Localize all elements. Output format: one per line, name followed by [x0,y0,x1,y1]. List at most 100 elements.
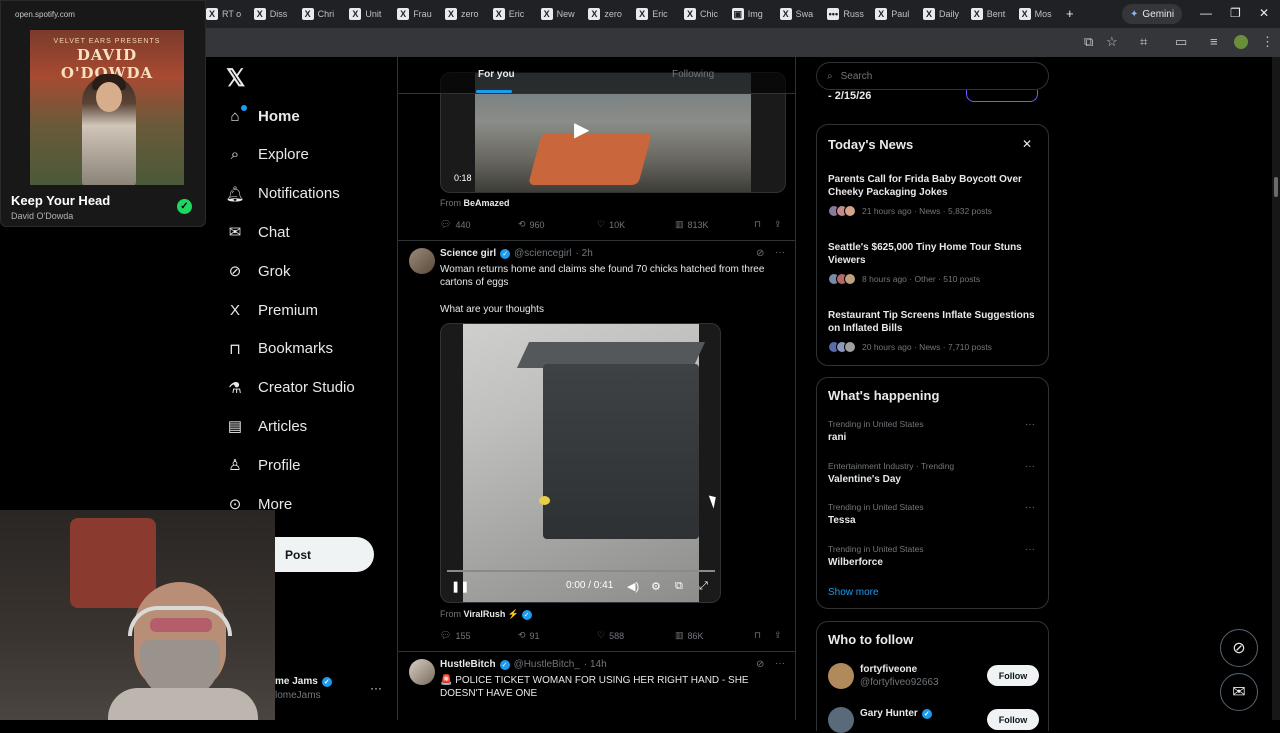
like-button[interactable]: ♡ 10K [597,219,625,230]
repost-button[interactable]: ⟲ 91 [518,630,540,641]
repost-button[interactable]: ⟲ 960 [518,219,545,230]
nav-item-home[interactable]: ⌂ Home [226,101,300,131]
suggested-user-name[interactable]: Gary Hunter ✓ [860,708,932,719]
browser-tab[interactable]: X Chri [301,5,334,23]
bookmark-icon[interactable]: ⊓ [754,219,761,230]
trend-name[interactable]: Wilberforce [828,557,883,568]
grok-icon[interactable]: ⊘ [756,248,764,259]
saved-check-icon[interactable]: ✓ [177,199,192,214]
account-name[interactable]: me Jams ✓ [275,676,332,687]
trend-name[interactable]: Valentine's Day [828,474,901,485]
tweet-time[interactable]: · 2h [576,248,593,259]
gemini-button[interactable]: ✦ Gemini [1122,4,1183,24]
close-icon[interactable]: ✕ [1022,137,1032,151]
nav-item-articles[interactable]: ▤ Articles [226,411,307,441]
source-link[interactable]: ViralRush ⚡ [464,609,520,619]
tab-following[interactable]: Following [672,69,714,80]
avatar[interactable] [828,707,854,733]
browser-tab[interactable]: ▣ Img [731,5,763,23]
pause-icon[interactable]: ❚❚ [451,580,469,593]
views-button[interactable]: ▥ 86K [675,630,704,641]
fullscreen-icon[interactable]: ⤢ [699,580,708,593]
browser-tab[interactable]: X Eric [492,5,524,23]
reading-list-icon[interactable]: ≡ [1210,34,1218,49]
avatar[interactable] [409,248,435,274]
play-icon[interactable]: ▶ [574,117,589,142]
browser-tab[interactable]: X Eric [636,5,668,23]
browser-tab[interactable]: ••• Russ [827,5,864,23]
restore-icon[interactable]: ❐ [1230,6,1241,20]
news-item-title[interactable]: Seattle's $625,000 Tiny Home Tour Stuns … [828,241,1040,267]
like-button[interactable]: ♡ 588 [597,630,624,641]
browser-tab[interactable]: X Swa [779,5,813,23]
search-input[interactable]: ⌕ Search [816,62,1049,90]
author-handle[interactable]: @sciencegirl [514,248,571,259]
trend-more-icon[interactable]: ··· [1025,419,1035,430]
news-item-title[interactable]: Parents Call for Frida Baby Boycott Over… [828,173,1040,199]
reply-button[interactable]: 💬︎ 440 [440,219,470,230]
browser-tab[interactable]: X Bent [970,5,1005,23]
more-icon[interactable]: ··· [775,247,785,258]
nav-item-profile[interactable]: ♙ Profile [226,450,300,480]
browser-tab[interactable]: X Diss [253,5,287,23]
reply-button[interactable]: 💬︎ 155 [440,630,470,641]
grok-icon[interactable]: ⊘ [756,659,764,670]
nav-item-grok[interactable]: ⊘ Grok [226,256,291,286]
tweet-video[interactable]: ❚❚ 0:00 / 0:41 ◀) ⚙ ⧉ ⤢ [440,323,721,603]
nav-item-chat[interactable]: ✉ Chat [226,217,290,247]
tab-for-you[interactable]: For you [478,69,515,80]
bookmark-icon[interactable]: ⊓ [754,630,761,641]
post-button[interactable]: Post [275,537,374,572]
avatar[interactable] [409,659,435,685]
follow-button[interactable]: Follow [987,665,1039,686]
account-more-icon[interactable]: ··· [370,681,382,695]
tweet-time[interactable]: · 14h [584,659,607,670]
views-button[interactable]: ▥ 813K [675,219,709,230]
trend-more-icon[interactable]: ··· [1025,544,1035,555]
more-icon[interactable]: ··· [775,658,785,669]
browser-tab[interactable]: Xzero [588,5,622,23]
browser-tab[interactable]: X Chic [684,5,718,23]
browser-tab[interactable]: X Daily [923,5,959,23]
author-name[interactable]: Science girl [440,248,496,259]
minimize-icon[interactable]: — [1200,6,1212,20]
spotify-mini-player[interactable]: open.spotify.com VELVET EARS PRESENTS DA… [0,0,206,227]
new-tab-button[interactable]: + [1066,6,1074,21]
author-handle[interactable]: @HustleBitch_ [514,659,580,670]
share-icon[interactable]: ⇪ [774,630,782,641]
browser-tab[interactable]: X New [540,5,575,23]
browser-tab[interactable]: X Unit [349,5,381,23]
nav-item-premium[interactable]: X Premium [226,295,318,325]
settings-icon[interactable]: ⚙ [651,580,661,593]
profile-avatar[interactable] [1234,35,1248,49]
popout-icon[interactable]: ⧉ [675,580,683,593]
scrollbar-thumb[interactable] [1274,177,1278,197]
browser-menu-icon[interactable]: ⋮ [1261,34,1274,50]
source-link[interactable]: BeAmazed [464,198,510,208]
browser-tab[interactable]: X RT o [206,5,241,23]
trend-more-icon[interactable]: ··· [1025,461,1035,472]
split-view-icon[interactable]: ▭ [1175,34,1187,50]
page-scrollbar[interactable] [1272,57,1280,720]
show-more-link[interactable]: Show more [828,587,879,598]
close-window-icon[interactable]: ✕ [1259,6,1269,20]
x-logo-icon[interactable]: 𝕏 [226,64,245,93]
messages-float-icon[interactable]: ✉ [1220,673,1258,711]
nav-item-bookmarks[interactable]: ⊓ Bookmarks [226,334,333,364]
author-name[interactable]: HustleBitch [440,659,496,670]
nav-item-creator-studio[interactable]: ⚗ Creator Studio [226,373,354,403]
browser-tab[interactable]: X Paul [875,5,909,23]
nav-item-explore[interactable]: ⌕ Explore [226,140,309,170]
trend-name[interactable]: Tessa [828,515,856,526]
browser-tab[interactable]: X Frau [397,5,432,23]
grok-float-icon[interactable]: ⊘ [1220,629,1258,667]
extensions-icon[interactable]: ⌗ [1140,34,1147,50]
trend-more-icon[interactable]: ··· [1025,502,1035,513]
share-icon[interactable]: ⇪ [774,219,782,230]
nav-item-notifications[interactable]: 🔔︎ Notifications [225,179,339,209]
trend-name[interactable]: rani [828,432,846,443]
volume-icon[interactable]: ◀) [627,580,639,593]
browser-tab[interactable]: X Mos [1018,5,1052,23]
browser-tab[interactable]: Xzero [445,5,479,23]
avatar[interactable] [828,663,854,689]
